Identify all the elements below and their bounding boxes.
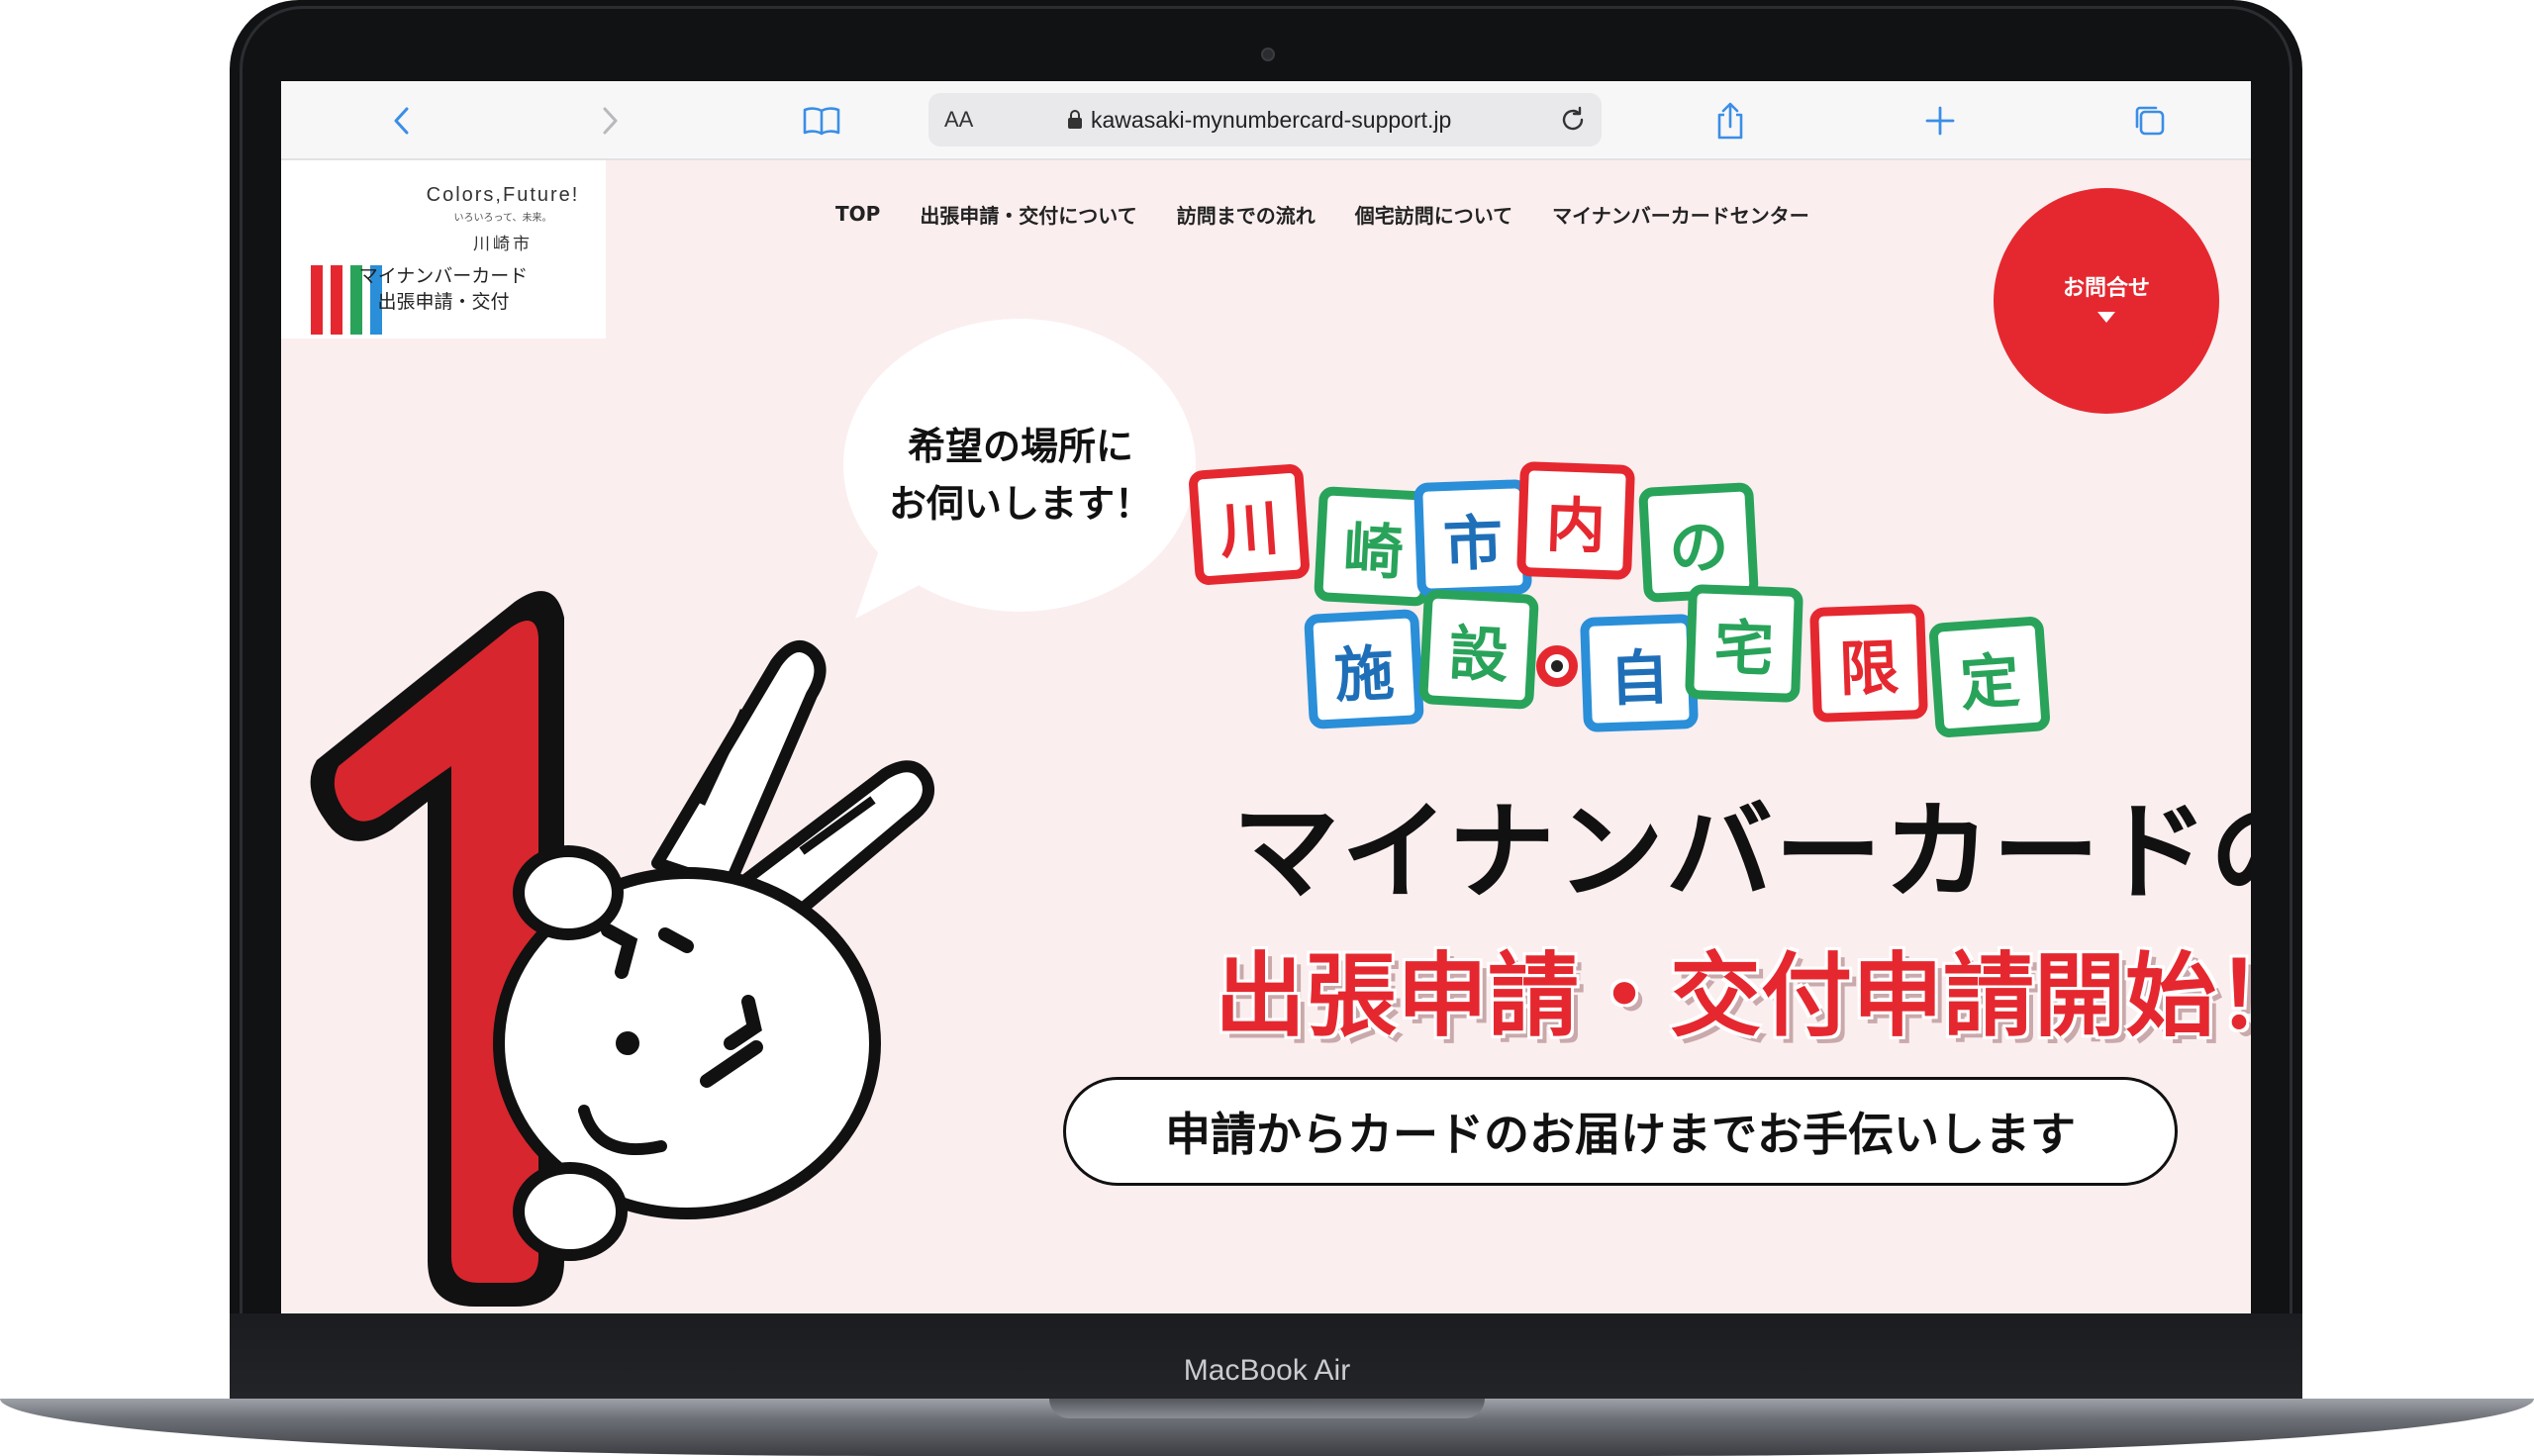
plus-icon	[1925, 106, 1955, 136]
contact-button[interactable]: お問合せ	[1994, 188, 2219, 414]
hero-headline: マイナンバーカードの	[1232, 791, 2251, 915]
chevron-left-icon	[394, 107, 409, 135]
laptop-model-name: MacBook Air	[1183, 1354, 1351, 1387]
nav-item-card-center[interactable]: マイナンバーカードセンター	[1552, 200, 1809, 229]
main-nav: TOP 出張申請・交付について 訪問までの流れ 個宅訪問について マイナンバーカ…	[835, 194, 2023, 234]
logo-brand-text: Colors,Future!	[426, 184, 580, 206]
lock-icon	[1068, 110, 1082, 129]
site-logo[interactable]: Colors,Future! いろいろって、未来。 川崎市 マイナンバーカード …	[281, 160, 606, 339]
forward-button[interactable]	[588, 99, 632, 143]
share-icon	[1717, 102, 1743, 140]
logo-tagline: いろいろって、未来。	[453, 213, 552, 224]
tile-shi-2: 施	[1304, 609, 1424, 729]
tile-dot	[1532, 641, 1582, 691]
bubble-line-2: お伺いします！	[888, 482, 1152, 526]
laptop-base-notch	[1049, 1399, 1485, 1418]
tile-setsu: 設	[1418, 589, 1539, 710]
tile-taku: 宅	[1685, 584, 1803, 703]
tile-nai: 内	[1516, 461, 1635, 580]
nav-item-about[interactable]: 出張申請・交付について	[920, 200, 1136, 229]
nav-item-home-visit[interactable]: 個宅訪問について	[1355, 200, 1512, 229]
logo-city: 川崎市	[473, 235, 533, 254]
browser-screen: AA kawasaki-mynumbercard-support.jp Colo…	[281, 81, 2251, 1313]
tile-tei: 定	[1928, 616, 2051, 738]
bubble-line-1: 希望の場所に	[907, 425, 1133, 468]
reload-button[interactable]	[1558, 105, 1588, 139]
caret-down-icon	[2097, 311, 2115, 323]
hero-pill: 申請からカードのお届けまでお手伝いします	[1063, 1077, 2178, 1186]
tabs-icon	[2135, 106, 2165, 136]
contact-label: お問合せ	[2062, 275, 2150, 301]
reload-icon	[1562, 106, 1584, 131]
tile-shi: 市	[1413, 479, 1532, 598]
logo-caption-line2: 出張申請・交付	[377, 291, 510, 313]
address-bar[interactable]: AA kawasaki-mynumbercard-support.jp	[928, 93, 1602, 146]
speech-bubble-text: 希望の場所に お伺いします！	[863, 418, 1178, 533]
nav-item-flow[interactable]: 訪問までの流れ	[1177, 200, 1316, 229]
camera-icon	[1261, 48, 1275, 61]
reader-aa-button[interactable]: AA	[944, 107, 973, 133]
browser-toolbar: AA kawasaki-mynumbercard-support.jp	[281, 81, 2251, 160]
logo-brand: Colors,Future! いろいろって、未来。 川崎市	[404, 184, 602, 254]
bookmarks-button[interactable]	[800, 99, 843, 143]
tabs-overview-button[interactable]	[2128, 99, 2172, 143]
back-button[interactable]	[380, 99, 424, 143]
share-button[interactable]	[1708, 99, 1752, 143]
logo-caption: マイナンバーカード 出張申請・交付	[281, 263, 606, 315]
hero-pill-text: 申請からカードのお届けまでお手伝いします	[1165, 1108, 2076, 1161]
chevron-right-icon	[603, 107, 618, 135]
tile-gen: 限	[1809, 604, 1928, 723]
nav-item-top[interactable]: TOP	[835, 202, 880, 226]
url-text: kawasaki-mynumbercard-support.jp	[1091, 106, 1452, 133]
tile-ji: 自	[1580, 614, 1699, 732]
new-tab-button[interactable]	[1918, 99, 1962, 143]
tile-kawa: 川	[1188, 463, 1311, 586]
book-icon	[803, 107, 840, 136]
logo-caption-line1: マイナンバーカード	[358, 265, 529, 287]
hero-subheadline: 出張申請・交付申請開始！	[1214, 943, 2251, 1049]
